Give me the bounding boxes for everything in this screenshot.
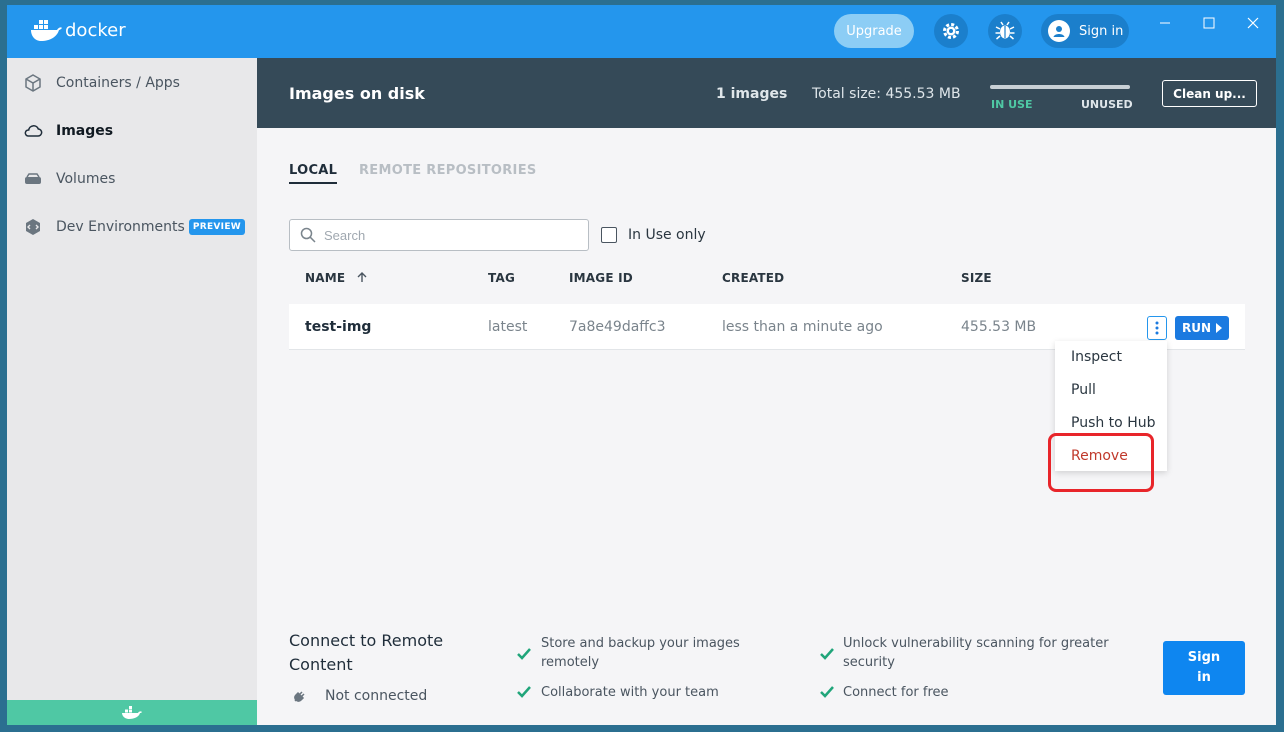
sidebar-item-images[interactable]: Images [7, 111, 257, 151]
gear-icon [943, 23, 959, 39]
more-options-button[interactable] [1147, 316, 1167, 340]
column-header-tag[interactable]: TAG [488, 271, 515, 285]
column-header-name[interactable]: NAME [305, 271, 368, 285]
total-size: Total size: 455.53 MB [812, 86, 961, 102]
user-icon [1048, 20, 1070, 42]
close-button[interactable] [1241, 11, 1265, 35]
kebab-menu-icon [1155, 321, 1159, 335]
sidebar-item-label: Containers / Apps [56, 75, 180, 91]
tab-local[interactable]: LOCAL [289, 163, 338, 184]
feature-connect-free: Connect for free [843, 685, 949, 700]
volume-icon [23, 169, 43, 189]
menu-item-pull[interactable]: Pull [1071, 382, 1096, 398]
unused-label: UNUSED [1081, 98, 1133, 111]
image-size: 455.53 MB [961, 319, 1037, 335]
footer-sign-in-label: Sign in [1187, 650, 1221, 685]
column-header-image-id[interactable]: IMAGE ID [569, 271, 633, 285]
sidebar-item-label: Images [56, 123, 114, 139]
image-created: less than a minute ago [722, 319, 883, 335]
docker-logo: docker [29, 18, 126, 42]
in-use-label: IN USE [991, 98, 1033, 111]
tab-remote-repositories[interactable]: REMOTE REPOSITORIES [359, 163, 537, 178]
check-icon [517, 686, 531, 698]
feature-collaborate: Collaborate with your team [541, 685, 719, 700]
upgrade-button[interactable]: Upgrade [834, 14, 914, 48]
maximize-icon [1203, 17, 1215, 29]
app-name: docker [65, 19, 126, 41]
check-icon [820, 648, 834, 660]
whale-icon [31, 20, 62, 41]
footer-sign-in-button[interactable]: Sign in [1163, 641, 1245, 695]
whale-icon [122, 705, 142, 719]
sidebar-item-dev-environments[interactable]: Dev Environments PREVIEW [7, 207, 257, 247]
in-use-only-checkbox[interactable] [601, 227, 617, 243]
column-header-created[interactable]: CREATED [722, 271, 784, 285]
images-header: Images on disk 1 images Total size: 455.… [257, 58, 1276, 128]
clean-up-button[interactable]: Clean up... [1162, 80, 1257, 107]
play-icon [1216, 323, 1223, 333]
image-name: test-img [305, 319, 372, 335]
usage-bar [990, 85, 1130, 89]
column-label: NAME [305, 271, 346, 285]
minimize-button[interactable] [1153, 11, 1177, 35]
minimize-icon [1160, 22, 1170, 24]
connect-remote-title: Connect to Remote Content [289, 631, 444, 674]
close-icon [1247, 17, 1259, 29]
sidebar-item-containers[interactable]: Containers / Apps [7, 63, 257, 103]
connection-status: Not connected [325, 688, 428, 704]
run-label: RUN [1181, 321, 1212, 335]
menu-item-inspect[interactable]: Inspect [1071, 349, 1122, 365]
menu-item-push-to-hub[interactable]: Push to Hub [1071, 415, 1155, 431]
preview-badge: PREVIEW [188, 219, 245, 235]
sidebar: Containers / Apps Images Volumes Dev Env… [7, 58, 257, 725]
settings-button[interactable] [934, 14, 968, 48]
image-count: 1 images [716, 86, 788, 102]
troubleshoot-button[interactable] [988, 14, 1022, 48]
sidebar-item-label: Volumes [56, 171, 116, 187]
check-icon [517, 648, 531, 660]
docker-desktop-window: docker Upgrade Sign in Containers / Apps… [7, 5, 1276, 725]
bug-icon [995, 21, 1015, 40]
sign-in-button[interactable]: Sign in [1041, 14, 1129, 48]
check-icon [820, 686, 834, 698]
column-header-size[interactable]: SIZE [961, 271, 992, 285]
engine-status-bar[interactable] [7, 700, 257, 725]
search-input[interactable] [324, 227, 564, 243]
title-bar: docker Upgrade Sign in [7, 5, 1276, 58]
annotation-highlight-box [1048, 433, 1154, 492]
sidebar-item-volumes[interactable]: Volumes [7, 159, 257, 199]
page-title: Images on disk [289, 84, 425, 103]
maximize-button[interactable] [1197, 11, 1221, 35]
sort-ascending-icon [357, 272, 367, 282]
dev-env-icon [23, 217, 43, 237]
feature-store-backup: Store and backup your images remotely [541, 636, 740, 670]
search-box[interactable] [289, 219, 589, 251]
sidebar-item-label: Dev Environments [56, 219, 185, 235]
image-tag: latest [488, 319, 528, 335]
sign-in-label: Sign in [1079, 23, 1124, 39]
containers-icon [23, 73, 43, 93]
cloud-icon [23, 121, 43, 141]
in-use-only-label: In Use only [628, 227, 706, 243]
plug-icon [294, 691, 305, 702]
feature-vulnerability-scanning: Unlock vulnerability scanning for greate… [843, 636, 1109, 670]
image-id: 7a8e49daffc3 [569, 319, 666, 335]
search-icon [300, 227, 316, 243]
run-button[interactable]: RUN [1175, 316, 1229, 340]
